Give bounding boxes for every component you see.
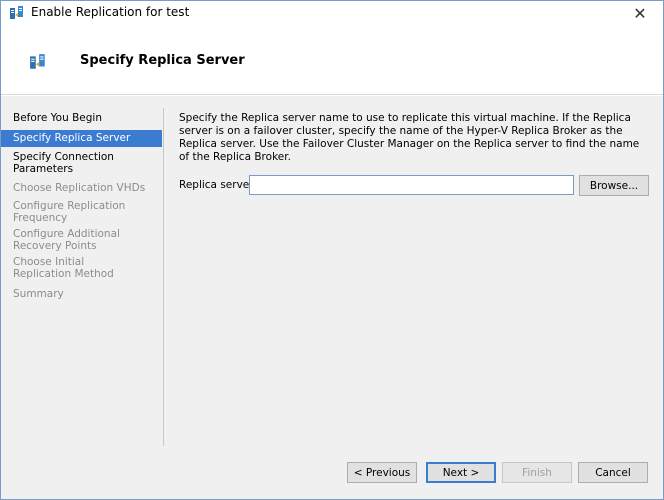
finish-button: Finish: [502, 462, 572, 483]
sidebar-item-summary: Summary: [13, 288, 64, 300]
replica-server-row: Replica server: Browse...: [179, 175, 649, 196]
title-bar[interactable]: Enable Replication for test ✕: [1, 1, 663, 25]
sidebar-item-before-you-begin[interactable]: Before You Begin: [1, 112, 162, 124]
wizard-footer: < Previous Next > Finish Cancel: [1, 454, 663, 499]
page-title: Specify Replica Server: [80, 53, 245, 68]
sidebar-item-specify-connection-parameters[interactable]: Specify Connection Parameters: [1, 151, 141, 175]
wizard-window: Enable Replication for test ✕ Specify Re…: [0, 0, 664, 500]
sidebar-item-configure-replication-frequency: Configure Replication Frequency: [13, 200, 126, 224]
replica-server-label: Replica server:: [179, 179, 257, 191]
replication-icon: [9, 5, 25, 21]
wizard-step-list: Before You Begin Specify Replica Server …: [1, 96, 164, 454]
sidebar-item-choose-replication-vhds: Choose Replication VHDs: [13, 182, 146, 194]
main-content: Specify the Replica server name to use t…: [179, 112, 649, 196]
sidebar-item-specify-replica-server[interactable]: Specify Replica Server: [1, 130, 162, 147]
previous-button[interactable]: < Previous: [347, 462, 417, 483]
close-icon[interactable]: ✕: [617, 1, 663, 25]
replica-server-input[interactable]: [249, 175, 574, 195]
sidebar-item-choose-initial-replication-method: Choose Initial Replication Method: [13, 256, 114, 280]
next-button[interactable]: Next >: [426, 462, 496, 483]
sidebar-divider: [163, 108, 164, 446]
cancel-button[interactable]: Cancel: [578, 462, 648, 483]
instructions-text: Specify the Replica server name to use t…: [179, 112, 640, 163]
replication-icon: [29, 53, 47, 71]
wizard-body: Before You Begin Specify Replica Server …: [1, 96, 663, 454]
browse-button[interactable]: Browse...: [579, 175, 649, 196]
wizard-header: Specify Replica Server: [1, 25, 663, 95]
window-title: Enable Replication for test: [31, 5, 190, 19]
sidebar-item-configure-additional-recovery-points: Configure Additional Recovery Points: [13, 228, 120, 252]
